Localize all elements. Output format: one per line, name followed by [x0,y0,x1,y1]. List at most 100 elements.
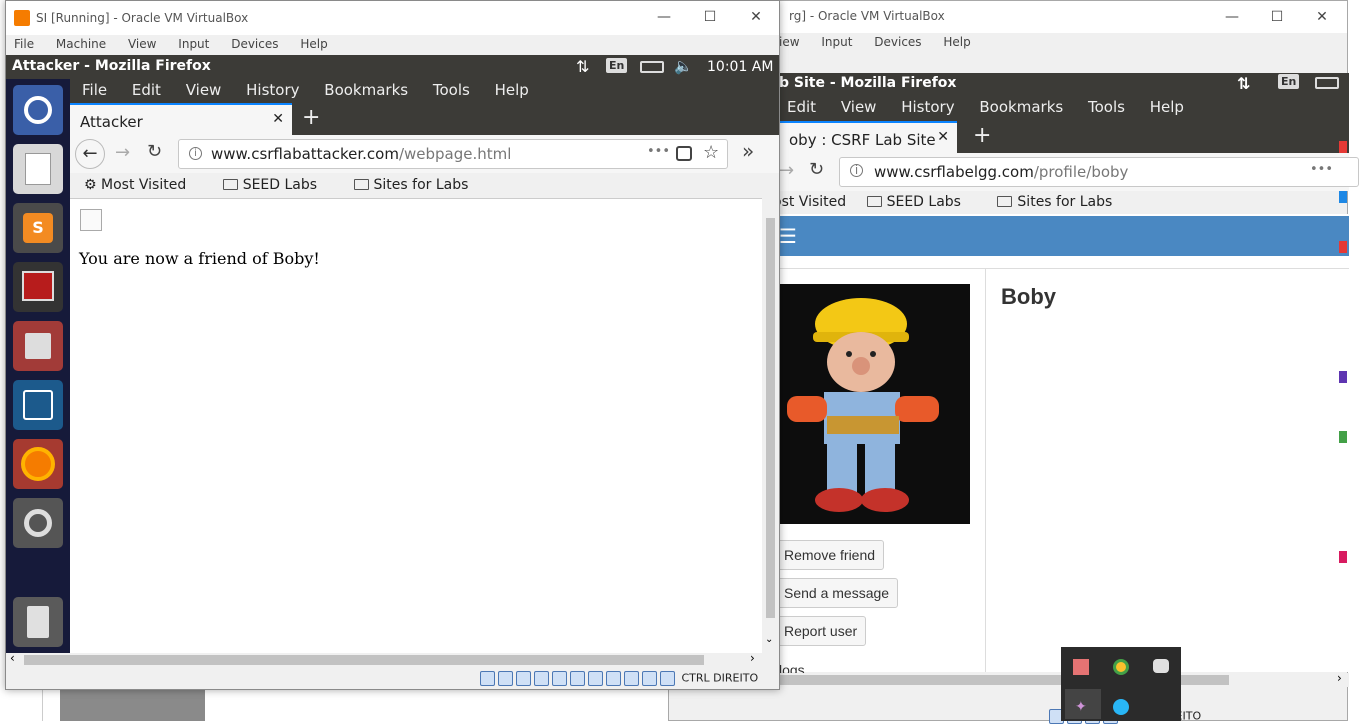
menu-input[interactable]: Input [821,35,852,49]
overflow-menu-icon[interactable]: » [742,139,754,163]
keyboard-capture-icon[interactable] [660,671,675,686]
discord-icon[interactable] [1153,659,1169,673]
menu-tools[interactable]: Tools [1088,98,1125,116]
menu-file[interactable]: File [82,81,107,99]
tab-boby-profile[interactable]: oby : CSRF Lab Site ✕ [779,121,957,153]
menu-view[interactable]: View [841,98,877,116]
hard-disk-icon[interactable] [480,671,495,686]
shared-folders-icon[interactable] [570,671,585,686]
keyboard-layout-indicator[interactable]: En [1278,74,1300,89]
page-actions-icon[interactable]: ••• [1310,162,1333,177]
hamburger-menu-icon[interactable]: ☰ [779,224,797,248]
menu-devices[interactable]: Devices [231,37,278,51]
sublime-text-icon[interactable]: S [13,203,63,253]
menu-bookmarks[interactable]: Bookmarks [324,81,408,99]
site-info-icon[interactable]: i [850,164,863,177]
menu-help[interactable]: Help [943,35,970,49]
tray-app-icon[interactable] [1073,659,1089,675]
mouse-integration-icon[interactable] [642,671,657,686]
menu-edit[interactable]: Edit [787,98,816,116]
keyboard-layout-indicator[interactable]: En [606,58,628,73]
menu-help[interactable]: Help [495,81,529,99]
cpu-icon[interactable] [624,671,639,686]
pocket-icon[interactable] [676,146,692,161]
menu-tools[interactable]: Tools [433,81,470,99]
site-info-icon[interactable]: i [189,147,202,160]
files-icon[interactable] [13,321,63,371]
close-tab-icon[interactable]: ✕ [272,111,284,127]
clock[interactable]: 10:01 AM [707,59,773,75]
close-button[interactable]: ✕ [733,1,779,33]
network-adapter-icon[interactable] [534,671,549,686]
bookmark-most-visited[interactable]: ⚙ Most Visited [84,177,202,193]
system-settings-icon[interactable] [13,498,63,548]
menu-view[interactable]: View [186,81,222,99]
bookmark-most-visited[interactable]: ost Visited [773,194,846,210]
elgg-page: ☰ Boby Remove friend Send a message Repo… [775,214,1349,678]
send-message-button[interactable]: Send a message [775,578,899,608]
menu-input[interactable]: Input [178,37,209,51]
front-virtualbox-window[interactable]: SI [Running] - Oracle VM VirtualBox — ☐ … [5,0,780,690]
bookmark-seed-labs[interactable]: SEED Labs [866,194,977,210]
usb-icon[interactable] [552,671,567,686]
new-tab-button[interactable]: + [973,123,991,148]
feather-icon[interactable]: ✦ [1075,699,1087,715]
menu-file[interactable]: File [14,37,34,51]
maximize-button[interactable]: ☐ [1254,1,1300,33]
volume-icon[interactable]: 🔈 [674,57,693,75]
scroll-down-icon[interactable]: ⌄ [765,634,773,645]
ubuntu-dash-icon[interactable] [13,85,63,135]
vertical-scrollbar[interactable]: ⌄ [762,198,779,653]
firefox-icon[interactable] [13,439,63,489]
menu-view[interactable]: View [128,37,156,51]
scroll-right-icon[interactable]: › [750,651,755,665]
audio-icon[interactable] [516,671,531,686]
maximize-button[interactable]: ☐ [687,1,733,33]
url-bar[interactable]: i www.csrflabattacker.com/webpage.html •… [178,139,728,169]
minimize-button[interactable]: — [641,1,687,33]
new-tab-button[interactable]: + [302,105,320,130]
page-actions-icon[interactable]: ••• [647,144,670,159]
terminal-icon[interactable] [13,262,63,312]
menu-view[interactable]: iew [779,35,800,49]
menu-edit[interactable]: Edit [132,81,161,99]
display-icon[interactable] [588,671,603,686]
scroll-right-icon[interactable]: › [1337,671,1342,685]
recording-icon[interactable] [606,671,621,686]
close-button[interactable]: ✕ [1299,1,1345,33]
menu-devices[interactable]: Devices [874,35,921,49]
reload-icon[interactable]: ↻ [809,159,824,180]
bookmark-sites-for-labs[interactable]: Sites for Labs [353,177,485,193]
menu-machine[interactable]: Machine [56,37,106,51]
folder-icon [997,196,1013,207]
menu-history[interactable]: History [901,98,954,116]
bookmark-seed-labs[interactable]: SEED Labs [222,177,333,193]
bookmark-star-icon[interactable]: ☆ [703,142,719,163]
url-bar[interactable]: i www.csrflabelgg.com/profile/boby ••• [839,157,1359,187]
close-tab-icon[interactable]: ✕ [937,129,949,145]
bookmark-sites-for-labs[interactable]: Sites for Labs [997,194,1128,210]
title-bar[interactable]: SI [Running] - Oracle VM VirtualBox — ☐ … [6,1,779,35]
minimize-button[interactable]: — [1209,1,1255,33]
wireshark-icon[interactable] [13,380,63,430]
optical-drive-icon[interactable] [498,671,513,686]
back-button[interactable]: ← [75,139,105,169]
tray-update-icon[interactable] [1113,699,1129,715]
window-title: rg] - Oracle VM VirtualBox [789,9,945,23]
forward-icon[interactable]: → [779,160,794,181]
menu-history[interactable]: History [246,81,299,99]
scroll-left-icon[interactable]: ‹ [10,651,15,665]
virtualbox-app-icon [14,10,30,26]
horizontal-scrollbar[interactable]: ‹ › [6,651,779,667]
menu-help[interactable]: Help [300,37,327,51]
menu-help[interactable]: Help [1150,98,1184,116]
menu-bookmarks[interactable]: Bookmarks [979,98,1063,116]
report-user-button[interactable]: Report user [775,616,867,646]
chrome-icon[interactable] [1113,659,1129,675]
reload-icon[interactable]: ↻ [147,141,162,162]
tab-attacker[interactable]: Attacker ✕ [70,103,292,135]
text-editor-icon[interactable] [13,144,63,194]
forward-icon[interactable]: → [115,142,130,163]
remove-friend-button[interactable]: Remove friend [775,540,885,570]
trash-icon[interactable] [13,597,63,647]
